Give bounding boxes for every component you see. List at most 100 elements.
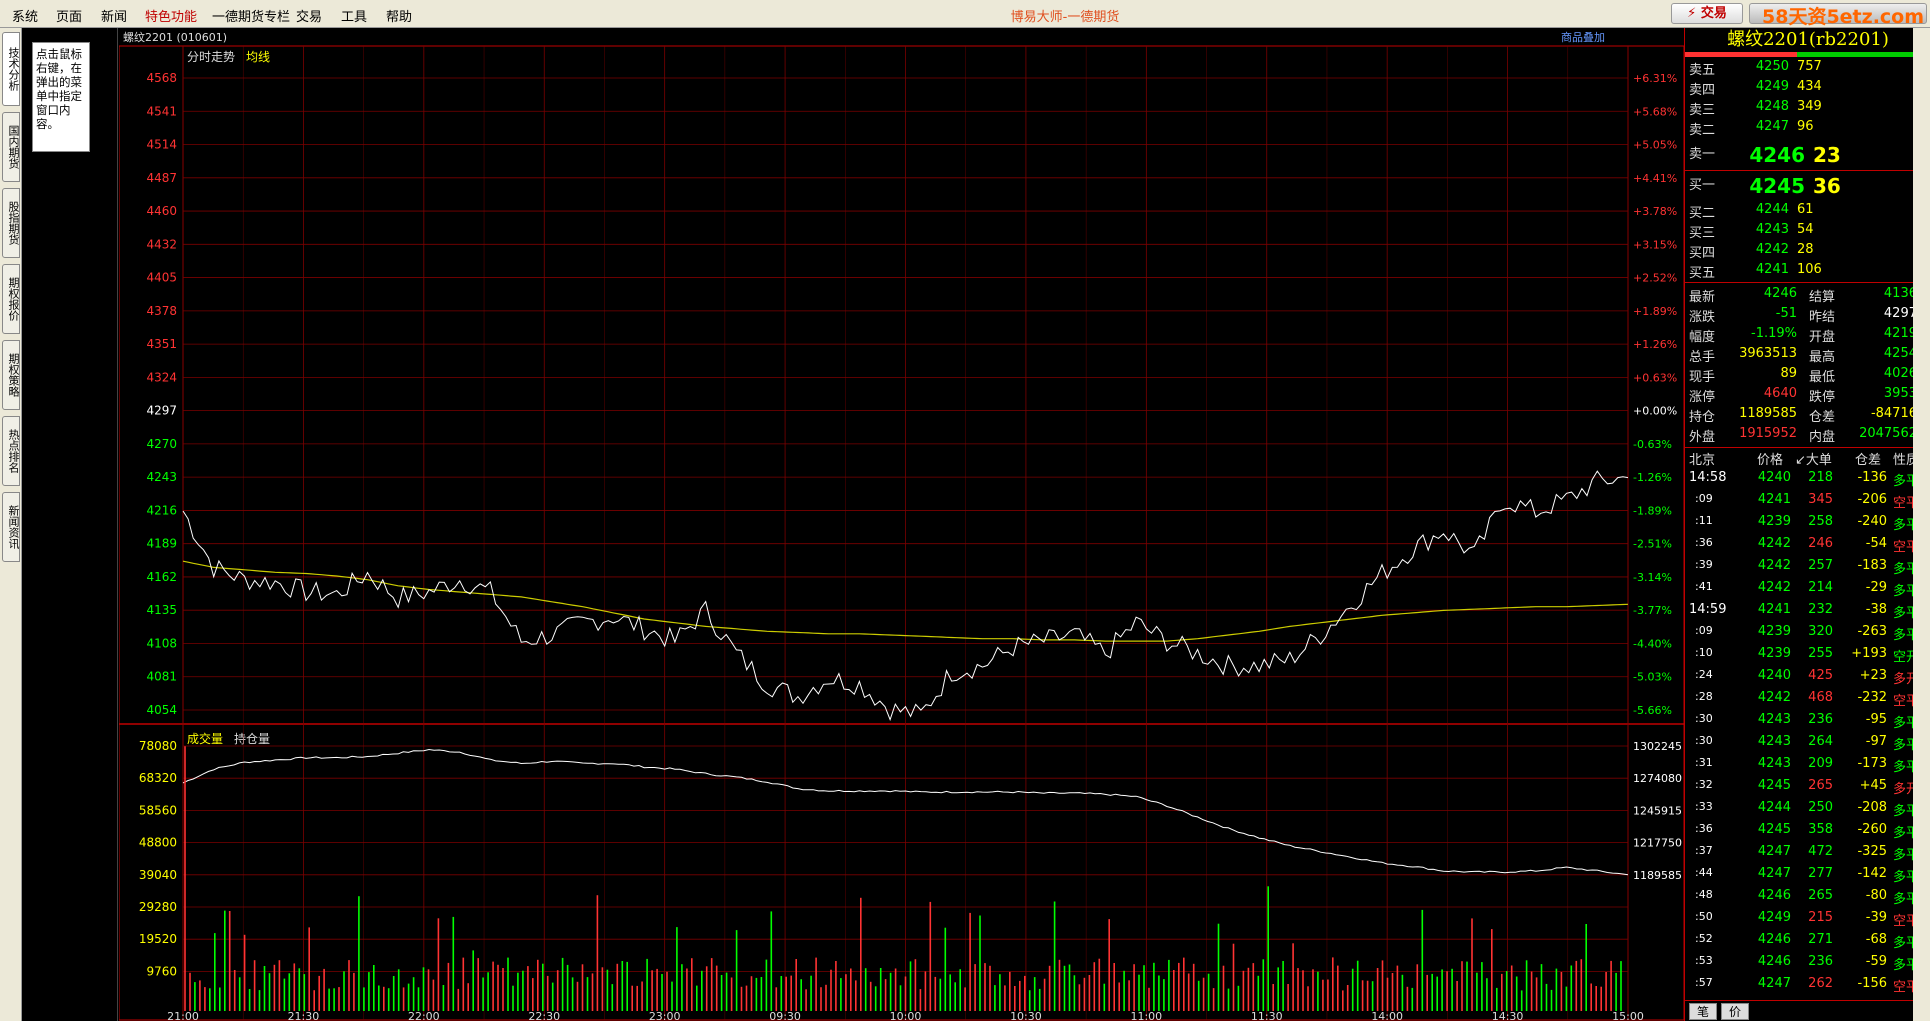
pct-tick-13: -1.89% <box>1633 504 1672 517</box>
ask-vol: 23 <box>1813 143 1841 167</box>
tick-time: :36 <box>1695 822 1713 835</box>
tick-header-price: 价格 <box>1757 453 1784 468</box>
oi-tick-2: 1245915 <box>1633 804 1682 817</box>
tick-row: 14:59 4241 232 -38 多平 <box>1685 602 1930 624</box>
tick-oi-change: -80 <box>1865 888 1887 903</box>
menu-item-0[interactable]: 系统 <box>12 6 38 25</box>
tick-row: :32 4245 265 +45 多开 <box>1685 778 1930 800</box>
trade-button[interactable]: ⚡ 交易 <box>1671 3 1743 24</box>
tick-time: :37 <box>1695 844 1713 857</box>
menu-item-6[interactable]: 工具 <box>341 6 367 25</box>
tick-oi-change: -59 <box>1865 954 1887 969</box>
left-tab-5[interactable]: 热点排名 <box>2 416 20 486</box>
bid-price: 4243 <box>1755 222 1789 237</box>
stat-row-7: 外盘 1915952 内盘 2047562 <box>1685 426 1930 446</box>
tick-row: :33 4244 250 -208 多平 <box>1685 800 1930 822</box>
tick-oi-change: -173 <box>1857 756 1887 771</box>
bid-row-1: 买二 4244 61 <box>1685 202 1930 222</box>
ask-label: 卖四 <box>1689 83 1716 98</box>
tick-oi-change: -97 <box>1865 734 1887 749</box>
tick-price: 4246 <box>1757 888 1791 903</box>
tick-row: :39 4242 257 -183 多平 <box>1685 558 1930 580</box>
chart-svg[interactable]: 螺纹2201 (010601) 商品叠加分时走势 均线 4568 +6.31% 4541 +… <box>119 28 1684 1021</box>
stat-value: 4219 <box>1883 326 1917 341</box>
time-tick-2: 22:00 <box>408 1010 440 1021</box>
price-tick-16: 4135 <box>146 603 177 617</box>
menu-item-5[interactable]: 交易 <box>296 6 322 25</box>
stat-label: 幅度 <box>1689 330 1716 345</box>
price-tick-6: 4405 <box>146 271 177 285</box>
bid-vol: 106 <box>1797 262 1822 277</box>
tick-tab-0[interactable]: 笔 <box>1689 1003 1717 1020</box>
left-tab-1[interactable]: 国内期货 <box>2 112 20 182</box>
stat-row-6: 持仓 1189585 仓差 -84716 <box>1685 406 1930 426</box>
left-tab-6[interactable]: 新闻资讯 <box>2 492 20 562</box>
oi-tick-4: 1189585 <box>1633 869 1682 882</box>
stat-label: 外盘 <box>1689 430 1716 445</box>
price-tick-4: 4460 <box>146 204 177 218</box>
price-tick-8: 4351 <box>146 337 177 351</box>
price-tick-15: 4162 <box>146 570 177 584</box>
stat-value: 4026 <box>1883 366 1917 381</box>
tick-price: 4245 <box>1757 778 1791 793</box>
stat-label: 开盘 <box>1809 330 1836 345</box>
pct-tick-7: +1.89% <box>1633 305 1677 318</box>
intraday-chart[interactable]: 螺纹2201 (010601) 商品叠加 分时走势 均线 4568 +6.31% 4541 +… <box>119 28 1684 1021</box>
stat-value: 89 <box>1780 366 1797 381</box>
tick-oi-change: -29 <box>1865 580 1887 595</box>
tick-vol: 209 <box>1808 756 1833 771</box>
left-tab-0[interactable]: 技术分析 <box>2 32 20 106</box>
stat-label: 内盘 <box>1809 430 1836 445</box>
price-tick-10: 4297 <box>146 404 177 418</box>
tick-row: :44 4247 277 -142 多平 <box>1685 866 1930 888</box>
left-tab-4[interactable]: 期权策略 <box>2 340 20 410</box>
left-tab-3[interactable]: 期权报价 <box>2 264 20 334</box>
menu-item-3[interactable]: 特色功能 <box>145 6 197 25</box>
left-tab-2[interactable]: 股指期货 <box>2 188 20 258</box>
menu-item-1[interactable]: 页面 <box>56 6 82 25</box>
ask-row-2: 卖三 4248 349 <box>1685 99 1930 119</box>
tick-time: :57 <box>1695 976 1713 989</box>
stat-value: -1.19% <box>1751 326 1797 341</box>
ask-row-3: 卖二 4247 96 <box>1685 119 1930 139</box>
tick-time: 14:58 <box>1689 470 1727 485</box>
price-tick-7: 4378 <box>146 304 177 318</box>
tick-time: 14:59 <box>1689 602 1727 617</box>
stat-value: 4640 <box>1763 386 1797 401</box>
tick-oi-change: -240 <box>1857 514 1887 529</box>
tick-price: 4242 <box>1757 558 1791 573</box>
stat-value: -51 <box>1775 306 1797 321</box>
tick-price: 4239 <box>1757 624 1791 639</box>
menu-item-7[interactable]: 帮助 <box>386 6 412 25</box>
tick-time: :36 <box>1695 536 1713 549</box>
price-tick-13: 4216 <box>146 503 177 517</box>
menu-bar: 系统 页面 新闻 特色功能 一德期货专栏 交易 工具 帮助 博易大师-一德期货 ⚡ 交易 58… <box>0 0 1930 28</box>
tick-time: :41 <box>1695 580 1713 593</box>
tick-vol: 236 <box>1808 954 1833 969</box>
price-tick-12: 4243 <box>146 470 177 484</box>
menu-item-2[interactable]: 新闻 <box>101 6 127 25</box>
tick-time: :30 <box>1695 734 1713 747</box>
tick-price: 4243 <box>1757 712 1791 727</box>
volume-label: 成交量 <box>187 731 223 746</box>
tick-tab-1[interactable]: 价 <box>1721 1003 1749 1020</box>
tick-price: 4242 <box>1757 536 1791 551</box>
time-tick-11: 14:30 <box>1492 1010 1524 1021</box>
tick-vol: 265 <box>1808 888 1833 903</box>
tick-row: :09 4239 320 -263 多平 <box>1685 624 1930 646</box>
tick-price: 4241 <box>1757 602 1791 617</box>
time-tick-0: 21:00 <box>167 1010 199 1021</box>
tick-vol: 246 <box>1808 536 1833 551</box>
oi-label: 持仓量 <box>234 731 270 746</box>
pct-tick-8: +1.26% <box>1633 338 1677 351</box>
menu-item-4[interactable]: 一德期货专栏 <box>212 6 290 25</box>
oi-tick-1: 1274080 <box>1633 772 1682 785</box>
bid-vol: 36 <box>1813 174 1841 198</box>
tick-price: 4243 <box>1757 734 1791 749</box>
tick-row: :36 4242 246 -54 空平 <box>1685 536 1930 558</box>
tick-vol: 425 <box>1808 668 1833 683</box>
tick-header-vol: ↙大单 <box>1795 453 1832 468</box>
stat-label: 总手 <box>1689 350 1716 365</box>
chart-frame <box>119 45 1684 1021</box>
bid-label: 买五 <box>1689 266 1716 281</box>
